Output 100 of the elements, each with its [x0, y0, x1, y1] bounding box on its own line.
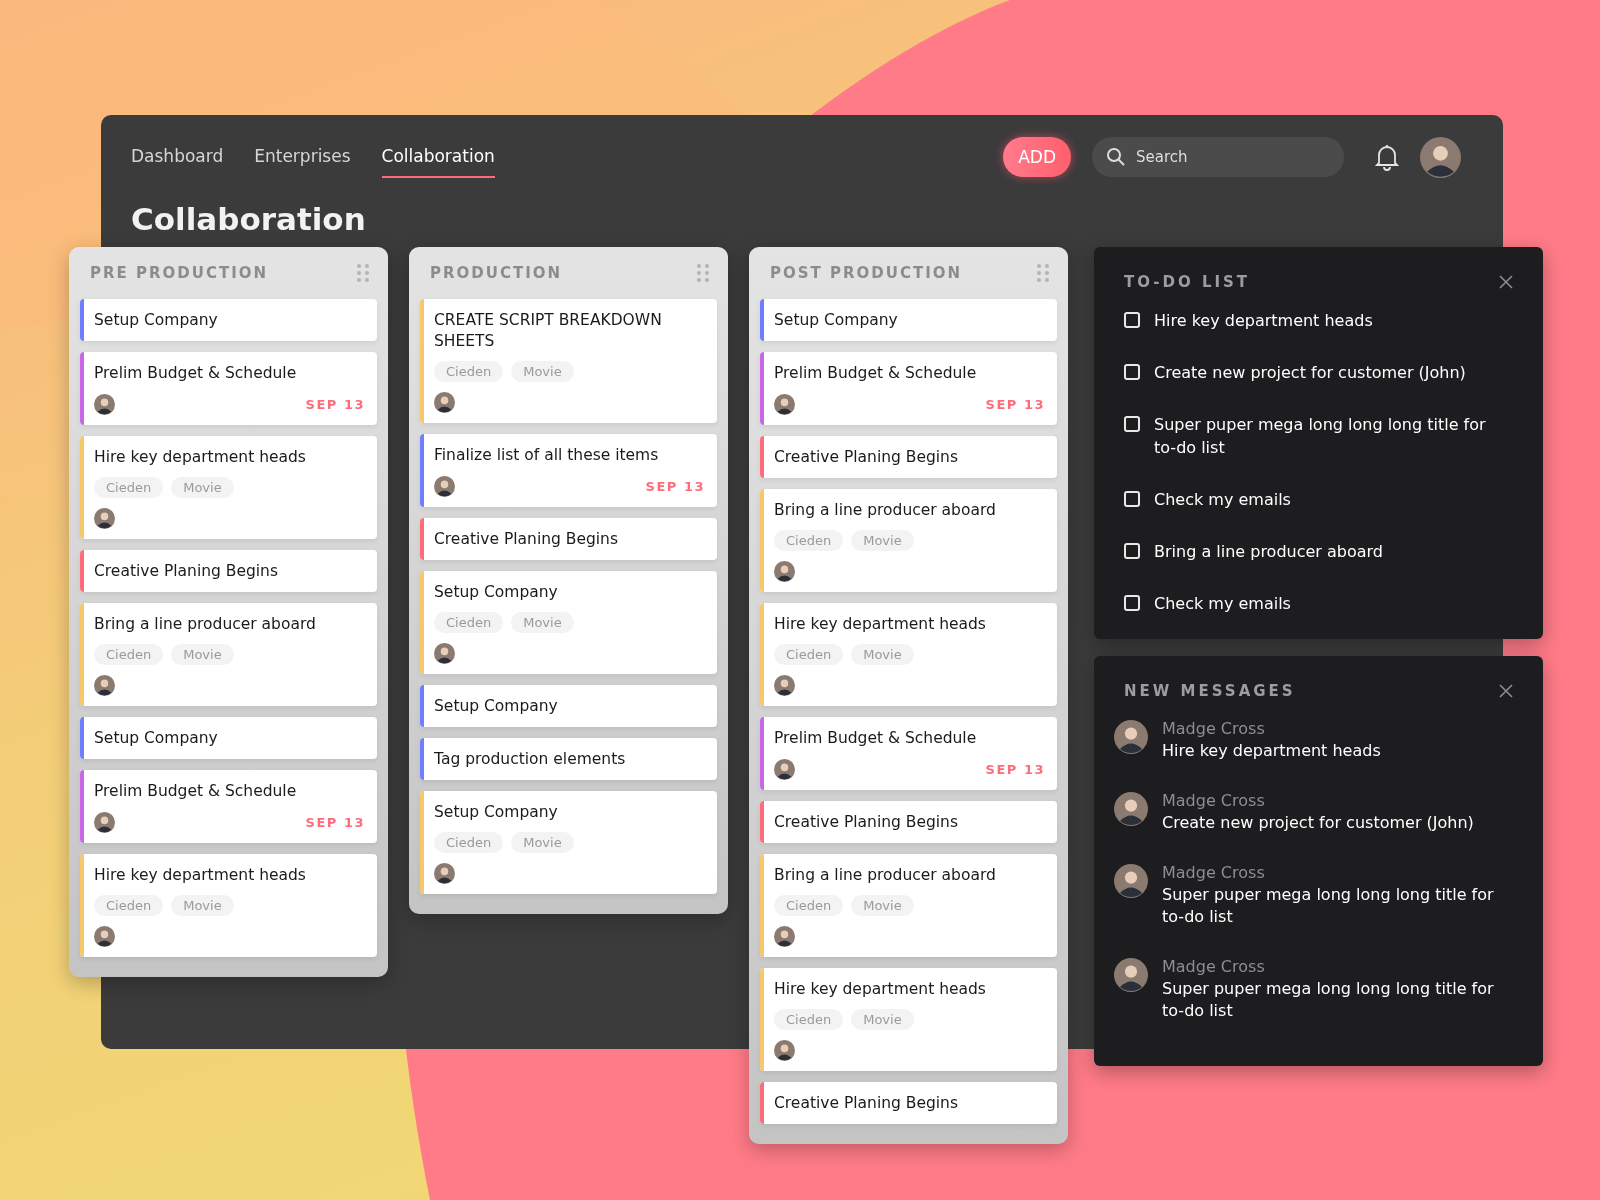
- task-card[interactable]: Setup Company: [80, 299, 377, 341]
- card-title: Hire key department heads: [774, 614, 987, 635]
- checkbox[interactable]: [1124, 543, 1140, 559]
- nav-tab[interactable]: Collaboration: [381, 136, 495, 178]
- drag-handle-icon[interactable]: [357, 264, 369, 282]
- due-date: SEP 13: [985, 762, 1045, 777]
- tag: Cieden: [94, 895, 164, 916]
- card-title: Setup Company: [434, 802, 559, 823]
- tag: Cieden: [434, 612, 504, 633]
- message-text: Create new project for customer (John): [1162, 812, 1475, 834]
- task-card[interactable]: Prelim Budget & Schedule SEP 13: [760, 717, 1057, 790]
- card-title: Setup Company: [434, 582, 559, 603]
- task-card[interactable]: Hire key department heads Cieden Movie: [80, 436, 377, 539]
- card-title: Tag production elements: [434, 749, 627, 770]
- tag: Cieden: [94, 644, 164, 665]
- card-title: Creative Planing Begins: [774, 447, 959, 468]
- tag: Cieden: [434, 361, 504, 382]
- tag: Cieden: [434, 832, 504, 853]
- card-title: Setup Company: [434, 696, 559, 717]
- card-title: Finalize list of all these items: [434, 445, 660, 466]
- task-card[interactable]: Finalize list of all these items SEP 13: [420, 434, 717, 507]
- checkbox[interactable]: [1124, 491, 1140, 507]
- task-card[interactable]: Bring a line producer aboard Cieden Movie: [80, 603, 377, 706]
- task-card[interactable]: Hire key department heads Cieden Movie: [760, 603, 1057, 706]
- card-title: Hire key department heads: [774, 979, 987, 1000]
- task-card[interactable]: Setup Company Cieden Movie: [420, 791, 717, 894]
- checkbox[interactable]: [1124, 312, 1140, 328]
- page-title: Collaboration: [131, 200, 367, 239]
- card-title: Setup Company: [774, 310, 899, 331]
- task-card[interactable]: Creative Planing Begins: [760, 1082, 1057, 1124]
- checkbox[interactable]: [1124, 595, 1140, 611]
- message-text: Super puper mega long long long title for to-do list: [1162, 884, 1495, 928]
- sender-name: Madge Cross: [1162, 790, 1266, 812]
- tag: Cieden: [774, 530, 844, 551]
- avatar: [1114, 958, 1148, 992]
- tag: Cieden: [774, 895, 844, 916]
- tag: Movie: [171, 644, 234, 665]
- nav-tab[interactable]: Enterprises: [254, 136, 351, 178]
- card-title: Prelim Budget & Schedule: [774, 728, 978, 749]
- bell-icon[interactable]: [1374, 143, 1400, 171]
- panel-title: TO-DO LIST: [1124, 273, 1251, 291]
- message-text: Hire key department heads: [1162, 740, 1382, 762]
- nav-tab[interactable]: Dashboard: [131, 136, 224, 178]
- task-card[interactable]: Setup Company Cieden Movie: [420, 571, 717, 674]
- task-card[interactable]: Creative Planing Begins: [760, 801, 1057, 843]
- card-title: Setup Company: [94, 310, 219, 331]
- tag: Movie: [511, 612, 574, 633]
- task-card[interactable]: Prelim Budget & Schedule SEP 13: [760, 352, 1057, 425]
- tag: Movie: [171, 895, 234, 916]
- avatar: [1114, 792, 1148, 826]
- task-card[interactable]: Prelim Budget & Schedule SEP 13: [80, 352, 377, 425]
- message-text: Super puper mega long long long title for to-do list: [1162, 978, 1495, 1022]
- todo-label: Check my emails: [1154, 593, 1292, 615]
- card-title: CREATE SCRIPT BREAKDOWN SHEETS: [434, 310, 663, 352]
- avatar: [1114, 720, 1148, 754]
- task-card[interactable]: Creative Planing Begins: [80, 550, 377, 592]
- todo-label: Bring a line producer aboard: [1154, 541, 1384, 563]
- sender-name: Madge Cross: [1162, 862, 1266, 884]
- task-card[interactable]: Prelim Budget & Schedule SEP 13: [80, 770, 377, 843]
- avatar: [1114, 864, 1148, 898]
- card-title: Creative Planing Begins: [434, 529, 619, 550]
- task-card[interactable]: Bring a line producer aboard Cieden Movie: [760, 854, 1057, 957]
- tag: Movie: [171, 477, 234, 498]
- task-card[interactable]: Setup Company: [80, 717, 377, 759]
- due-date: SEP 13: [645, 479, 705, 494]
- card-title: Bring a line producer aboard: [94, 614, 317, 635]
- task-card[interactable]: Hire key department heads Cieden Movie: [80, 854, 377, 957]
- todo-label: Create new project for customer (John): [1154, 362, 1467, 384]
- close-icon[interactable]: [1499, 684, 1513, 698]
- task-card[interactable]: Hire key department heads Cieden Movie: [760, 968, 1057, 1071]
- avatar: [1420, 136, 1461, 178]
- tag: Cieden: [94, 477, 164, 498]
- sender-name: Madge Cross: [1162, 956, 1266, 978]
- task-card[interactable]: Bring a line producer aboard Cieden Movie: [760, 489, 1057, 592]
- task-card[interactable]: Setup Company: [420, 685, 717, 727]
- drag-handle-icon[interactable]: [697, 264, 709, 282]
- task-card[interactable]: Tag production elements: [420, 738, 717, 780]
- card-title: Prelim Budget & Schedule: [774, 363, 978, 384]
- tag: Movie: [851, 644, 914, 665]
- task-card[interactable]: Setup Company: [760, 299, 1057, 341]
- checkbox[interactable]: [1124, 416, 1140, 432]
- card-title: Prelim Budget & Schedule: [94, 781, 298, 802]
- close-icon[interactable]: [1499, 275, 1513, 289]
- task-card[interactable]: CREATE SCRIPT BREAKDOWN SHEETS Cieden Movie: [420, 299, 717, 423]
- tag: Movie: [851, 895, 914, 916]
- search-field[interactable]: Search: [1092, 137, 1344, 177]
- tag: Movie: [851, 530, 914, 551]
- card-title: Creative Planing Begins: [774, 1093, 959, 1114]
- search-icon: [1106, 147, 1126, 167]
- drag-handle-icon[interactable]: [1037, 264, 1049, 282]
- task-card[interactable]: Creative Planing Begins: [420, 518, 717, 560]
- due-date: SEP 13: [305, 815, 365, 830]
- card-title: Hire key department heads: [94, 447, 307, 468]
- card-title: Setup Company: [94, 728, 219, 749]
- card-title: Creative Planing Begins: [94, 561, 279, 582]
- column-title: PRE PRODUCTION: [90, 264, 269, 282]
- checkbox[interactable]: [1124, 364, 1140, 380]
- sender-name: Madge Cross: [1162, 718, 1266, 740]
- panel-title: NEW MESSAGES: [1124, 682, 1296, 700]
- task-card[interactable]: Creative Planing Begins: [760, 436, 1057, 478]
